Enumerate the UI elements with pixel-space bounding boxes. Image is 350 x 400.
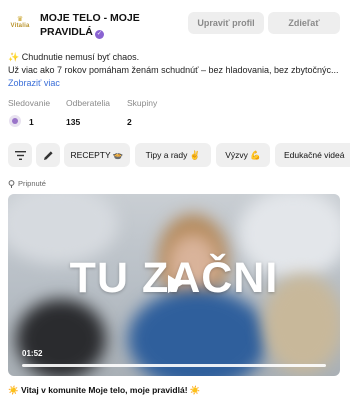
share-button[interactable]: Zdieľať xyxy=(268,12,340,34)
pencil-icon xyxy=(43,150,53,160)
profile-name-text: MOJE TELO - MOJE PRAVIDLÁ xyxy=(40,12,140,38)
show-more-link[interactable]: Zobraziť viac xyxy=(8,78,60,88)
verified-badge-icon: ✓ xyxy=(94,30,104,39)
stat-following-label[interactable]: Sledovanie xyxy=(8,98,50,108)
stat-groups-label[interactable]: Skupiny xyxy=(127,98,157,108)
pin-icon xyxy=(8,179,15,188)
following-avatar[interactable] xyxy=(9,115,21,127)
stat-subscribers-label[interactable]: Odberatelia xyxy=(66,98,110,108)
edit-profile-button[interactable]: Upraviť profil xyxy=(188,12,264,34)
play-icon[interactable] xyxy=(168,275,183,293)
chip-edukacne-videa[interactable]: Edukačné videá xyxy=(275,143,350,167)
video-duration: 01:52 xyxy=(22,349,43,358)
pinned-label-text: Pripnuté xyxy=(18,179,46,188)
chip-tipy-a-rady[interactable]: Tipy a rady ✌️ xyxy=(135,143,211,167)
edit-button[interactable] xyxy=(36,143,60,167)
playlist-chips: RECEPTY 🍲 Tipy a rady ✌️ Výzvy 💪 Edukačn… xyxy=(0,143,350,167)
chip-recepty[interactable]: RECEPTY 🍲 xyxy=(64,143,130,167)
profile-logo[interactable]: ♛ Vitalia xyxy=(6,8,34,38)
stat-subscribers-value[interactable]: 135 xyxy=(66,117,80,127)
bio-line-2: Už viac ako 7 rokov pomáham ženám schudn… xyxy=(8,65,339,75)
chip-vyzvy[interactable]: Výzvy 💪 xyxy=(216,143,270,167)
pinned-video[interactable]: TU ZAČNI 01:52 xyxy=(8,194,340,376)
profile-header: ♛ Vitalia MOJE TELO - MOJE PRAVIDLÁ ✓ Upr… xyxy=(0,0,350,48)
stat-groups-value[interactable]: 2 xyxy=(127,117,132,127)
profile-name: MOJE TELO - MOJE PRAVIDLÁ ✓ xyxy=(40,11,180,39)
post-caption[interactable]: ☀️ Vitaj v komunite Moje telo, moje prav… xyxy=(8,385,200,396)
sort-icon xyxy=(14,150,26,160)
bio-line-1: ✨ Chudnutie nemusí byť chaos. xyxy=(8,52,140,62)
video-progress-bar[interactable] xyxy=(22,364,326,367)
stat-following-value[interactable]: 1 xyxy=(29,117,34,127)
crown-icon: ♛ xyxy=(16,16,24,23)
pinned-label: Pripnuté xyxy=(8,179,46,188)
logo-brand: Vitalia xyxy=(10,23,30,29)
sort-button[interactable] xyxy=(8,143,32,167)
